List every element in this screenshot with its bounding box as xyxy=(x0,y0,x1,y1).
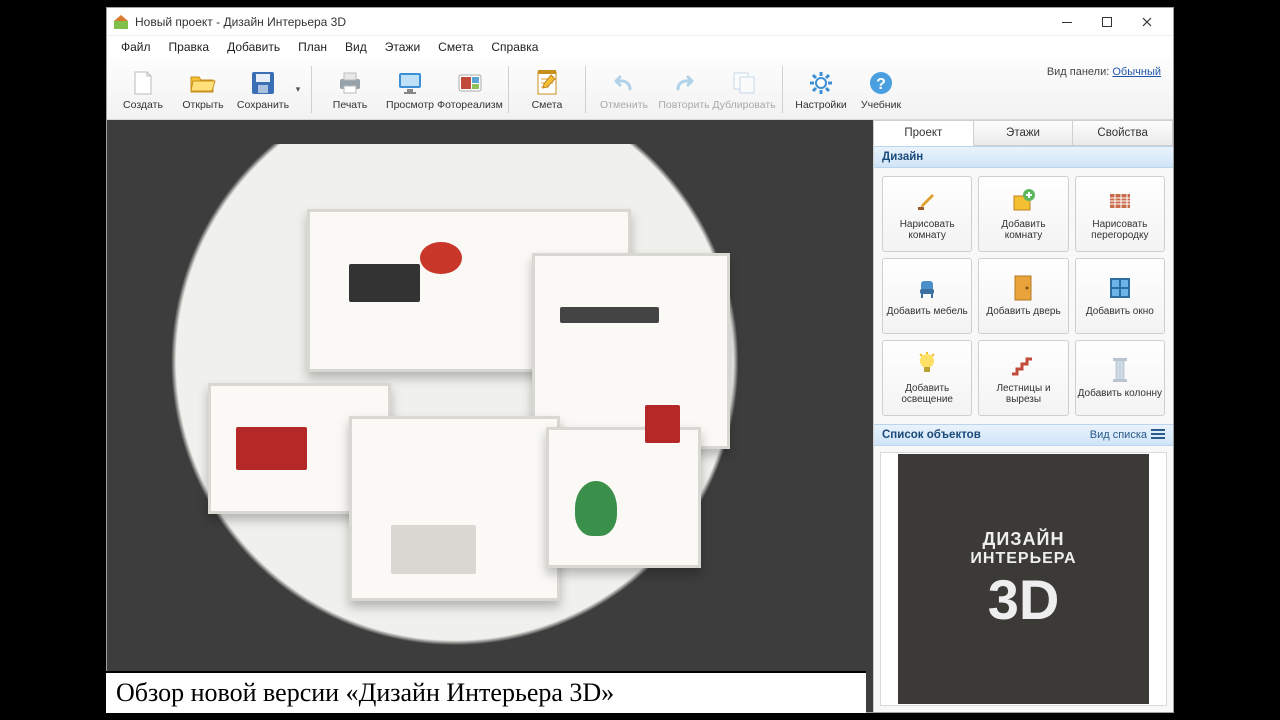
menu-plan[interactable]: План xyxy=(290,38,335,56)
chair-icon xyxy=(913,274,941,302)
duplicate-icon xyxy=(729,69,759,97)
redo-icon xyxy=(669,69,699,97)
printer-icon xyxy=(335,69,365,97)
video-banner: Обзор новой версии «Дизайн Интерьера 3D» xyxy=(106,671,866,713)
logo-3d: ДИЗАЙН ИНТЕРЬЕРА 3D xyxy=(898,454,1149,705)
create-button[interactable]: Создать xyxy=(113,62,173,117)
panel-mode-link[interactable]: Обычный xyxy=(1112,66,1161,78)
undo-button[interactable]: Отменить xyxy=(594,62,654,117)
render-icon xyxy=(455,69,485,97)
menu-view[interactable]: Вид xyxy=(337,38,375,56)
window-icon xyxy=(1106,274,1134,302)
minimize-button[interactable] xyxy=(1047,10,1087,34)
stairs-icon xyxy=(1009,351,1037,379)
help-icon: ? xyxy=(866,69,896,97)
toolbar: Создать Открыть Сохранить ▾ Печать Просм… xyxy=(107,58,1173,120)
add-room-button[interactable]: Добавить комнату xyxy=(978,176,1068,252)
add-furniture-button[interactable]: Добавить мебель xyxy=(882,258,972,334)
add-column-button[interactable]: Добавить колонну xyxy=(1075,340,1165,416)
menu-edit[interactable]: Правка xyxy=(161,38,218,56)
menu-help[interactable]: Справка xyxy=(483,38,546,56)
draw-room-button[interactable]: Нарисовать комнату xyxy=(882,176,972,252)
stairs-button[interactable]: Лестницы и вырезы xyxy=(978,340,1068,416)
brick-wall-icon xyxy=(1106,187,1134,215)
objects-section-header: Список объектов Вид списка xyxy=(874,424,1173,446)
tab-project[interactable]: Проект xyxy=(874,120,974,146)
menu-file[interactable]: Файл xyxy=(113,38,159,56)
draw-wall-button[interactable]: Нарисовать перегородку xyxy=(1075,176,1165,252)
folder-open-icon xyxy=(188,69,218,97)
save-icon xyxy=(248,69,278,97)
help-button[interactable]: ? Учебник xyxy=(851,62,911,117)
object-list[interactable]: ДИЗАЙН ИНТЕРЬЕРА 3D xyxy=(880,452,1167,706)
tab-properties[interactable]: Свойства xyxy=(1073,120,1173,146)
tab-floors[interactable]: Этажи xyxy=(974,120,1074,146)
column-icon xyxy=(1106,356,1134,384)
estimate-button[interactable]: Смета xyxy=(517,62,577,117)
open-button[interactable]: Открыть xyxy=(173,62,233,117)
viewport-3d[interactable] xyxy=(107,120,873,712)
window-title: Новый проект - Дизайн Интерьера 3D xyxy=(135,15,346,29)
design-grid: Нарисовать комнату Добавить комнату Нари… xyxy=(874,168,1173,424)
print-button[interactable]: Печать xyxy=(320,62,380,117)
side-panel: Проект Этажи Свойства Дизайн Нарисовать … xyxy=(873,120,1173,712)
app-icon xyxy=(113,14,129,30)
add-window-button[interactable]: Добавить окно xyxy=(1075,258,1165,334)
panel-mode: Вид панели: Обычный xyxy=(1047,62,1167,78)
side-tabs: Проект Этажи Свойства xyxy=(874,120,1173,146)
menubar: Файл Правка Добавить План Вид Этажи Смет… xyxy=(107,36,1173,58)
lightbulb-icon xyxy=(913,351,941,379)
new-file-icon xyxy=(128,69,158,97)
close-button[interactable] xyxy=(1127,10,1167,34)
menu-add[interactable]: Добавить xyxy=(219,38,288,56)
duplicate-button[interactable]: Дублировать xyxy=(714,62,774,117)
app-window: Новый проект - Дизайн Интерьера 3D Файл … xyxy=(106,7,1174,713)
titlebar: Новый проект - Дизайн Интерьера 3D xyxy=(107,8,1173,36)
room-plus-icon xyxy=(1009,187,1037,215)
menu-estimate[interactable]: Смета xyxy=(430,38,481,56)
gear-icon xyxy=(806,69,836,97)
add-light-button[interactable]: Добавить освещение xyxy=(882,340,972,416)
svg-text:?: ? xyxy=(876,76,886,93)
brush-icon xyxy=(913,187,941,215)
undo-icon xyxy=(609,69,639,97)
save-button[interactable]: Сохранить xyxy=(233,62,293,117)
preview-button[interactable]: Просмотр xyxy=(380,62,440,117)
save-dropdown[interactable]: ▾ xyxy=(293,62,303,117)
work-area: Проект Этажи Свойства Дизайн Нарисовать … xyxy=(107,120,1173,712)
add-door-button[interactable]: Добавить дверь xyxy=(978,258,1068,334)
design-section-header: Дизайн xyxy=(874,146,1173,168)
floorplan-render xyxy=(138,144,843,689)
door-icon xyxy=(1009,274,1037,302)
menu-floors[interactable]: Этажи xyxy=(377,38,428,56)
listview-label[interactable]: Вид списка xyxy=(1090,429,1147,441)
settings-button[interactable]: Настройки xyxy=(791,62,851,117)
maximize-button[interactable] xyxy=(1087,10,1127,34)
notepad-icon xyxy=(532,69,562,97)
redo-button[interactable]: Повторить xyxy=(654,62,714,117)
monitor-icon xyxy=(395,69,425,97)
window-controls xyxy=(1047,10,1167,34)
list-view-icon[interactable] xyxy=(1151,429,1165,441)
photoreal-button[interactable]: Фотореализм xyxy=(440,62,500,117)
